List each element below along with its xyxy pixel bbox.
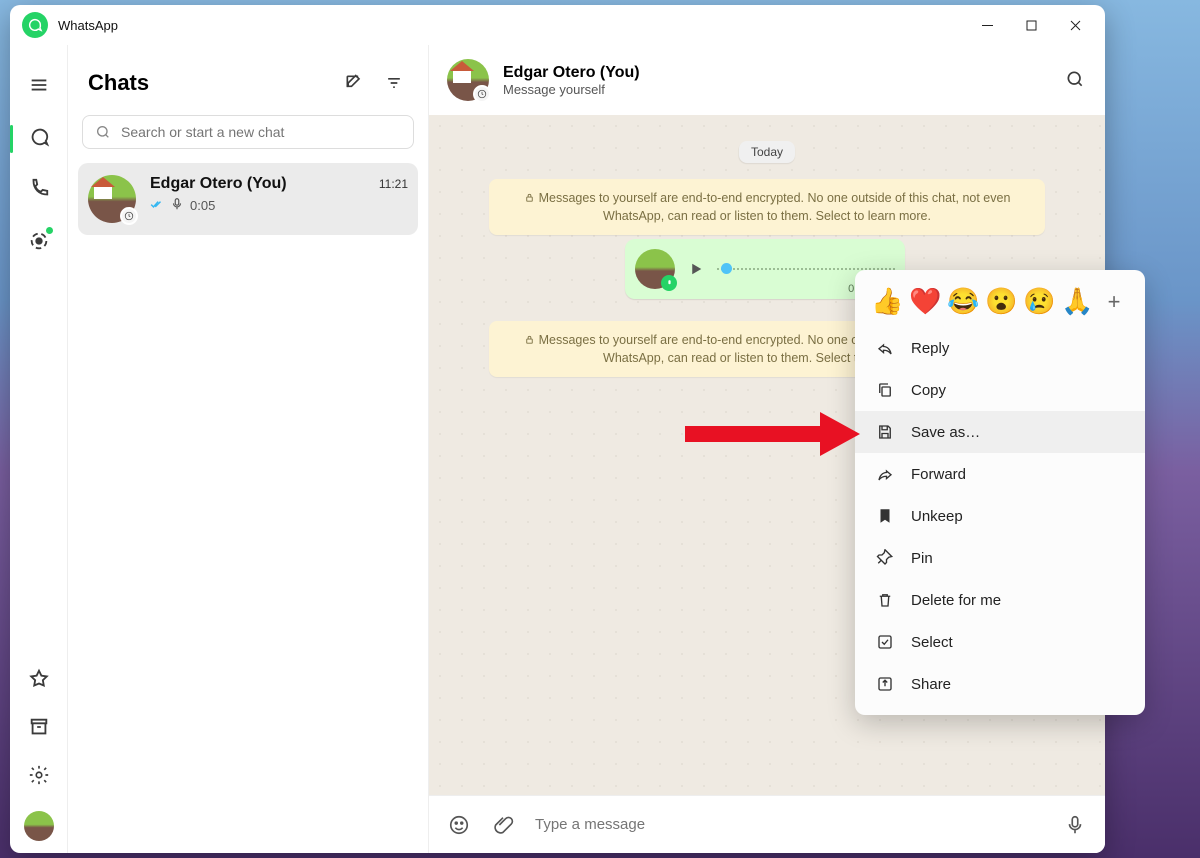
profile-avatar[interactable] <box>24 811 54 841</box>
active-tab-indicator <box>10 125 13 153</box>
self-badge-icon <box>120 207 138 225</box>
select-icon <box>875 632 895 652</box>
menu-icon[interactable] <box>27 73 51 97</box>
window-minimize-button[interactable] <box>965 9 1009 41</box>
conversation-avatar <box>447 59 489 101</box>
calls-tab-icon[interactable] <box>27 177 51 201</box>
chat-avatar <box>88 175 136 223</box>
nav-rail <box>10 45 68 853</box>
menu-unkeep[interactable]: Unkeep <box>855 495 1145 537</box>
search-icon <box>95 124 111 140</box>
self-badge-icon <box>473 85 491 103</box>
reaction-laugh[interactable]: 😂 <box>947 286 979 317</box>
voice-sender-avatar <box>635 249 675 289</box>
chat-list-item[interactable]: Edgar Otero (You) 11:21 0:05 <box>78 163 418 235</box>
chat-list-panel: Chats Edgar Otero (You) 11:21 <box>68 45 428 853</box>
reaction-sad[interactable]: 😢 <box>1023 286 1055 317</box>
reaction-heart[interactable]: ❤️ <box>909 286 941 317</box>
message-context-menu: 👍 ❤️ 😂 😮 😢 🙏 + Reply Copy Save as… Forwa… <box>855 270 1145 715</box>
chats-heading: Chats <box>88 70 328 96</box>
archived-icon[interactable] <box>27 715 51 739</box>
menu-copy[interactable]: Copy <box>855 369 1145 411</box>
search-field[interactable] <box>121 124 401 140</box>
menu-delete[interactable]: Delete for me <box>855 579 1145 621</box>
read-ticks-icon <box>150 197 164 214</box>
conversation-header[interactable]: Edgar Otero (You) Message yourself <box>429 45 1105 115</box>
new-chat-icon[interactable] <box>340 69 368 97</box>
filter-icon[interactable] <box>380 69 408 97</box>
menu-forward[interactable]: Forward <box>855 453 1145 495</box>
play-button[interactable] <box>683 256 709 282</box>
reaction-thumbs-up[interactable]: 👍 <box>871 286 903 317</box>
menu-save-as[interactable]: Save as… <box>855 411 1145 453</box>
mic-button-icon[interactable] <box>1063 813 1087 837</box>
window-close-button[interactable] <box>1053 9 1097 41</box>
reaction-wow[interactable]: 😮 <box>985 286 1017 317</box>
conversation-subtitle: Message yourself <box>503 82 1051 97</box>
reply-icon <box>875 338 895 358</box>
trash-icon <box>875 590 895 610</box>
chat-preview-duration: 0:05 <box>190 198 215 213</box>
menu-pin[interactable]: Pin <box>855 537 1145 579</box>
emoji-icon[interactable] <box>447 813 471 837</box>
settings-icon[interactable] <box>27 763 51 787</box>
menu-select[interactable]: Select <box>855 621 1145 663</box>
reaction-bar: 👍 ❤️ 😂 😮 😢 🙏 + <box>855 280 1145 327</box>
chat-time: 11:21 <box>379 177 408 191</box>
mic-icon <box>170 197 184 214</box>
annotation-arrow <box>685 412 860 456</box>
chats-tab-icon[interactable] <box>27 125 51 149</box>
message-input[interactable] <box>535 816 1043 833</box>
share-icon <box>875 674 895 694</box>
forward-icon <box>875 464 895 484</box>
copy-icon <box>875 380 895 400</box>
conversation-name: Edgar Otero (You) <box>503 64 1051 82</box>
date-pill: Today <box>739 141 795 163</box>
voice-playhead[interactable] <box>721 263 732 274</box>
pin-icon <box>875 548 895 568</box>
reaction-pray[interactable]: 🙏 <box>1061 286 1093 317</box>
save-icon <box>875 422 895 442</box>
titlebar: WhatsApp <box>10 5 1105 45</box>
reaction-more-icon[interactable]: + <box>1099 287 1129 317</box>
conversation-search-icon[interactable] <box>1065 69 1087 91</box>
status-tab-icon[interactable] <box>27 229 51 253</box>
window-maximize-button[interactable] <box>1009 9 1053 41</box>
menu-reply[interactable]: Reply <box>855 327 1145 369</box>
encryption-banner[interactable]: Messages to yourself are end-to-end encr… <box>489 179 1045 235</box>
search-input[interactable] <box>82 115 414 149</box>
chat-name: Edgar Otero (You) <box>150 175 379 193</box>
starred-icon[interactable] <box>27 667 51 691</box>
whatsapp-logo-icon <box>22 12 48 38</box>
app-title: WhatsApp <box>58 18 118 33</box>
lock-icon <box>524 334 535 345</box>
message-input-bar <box>429 795 1105 853</box>
bookmark-icon <box>875 506 895 526</box>
menu-share[interactable]: Share <box>855 663 1145 705</box>
lock-icon <box>524 192 535 203</box>
attach-icon[interactable] <box>491 813 515 837</box>
